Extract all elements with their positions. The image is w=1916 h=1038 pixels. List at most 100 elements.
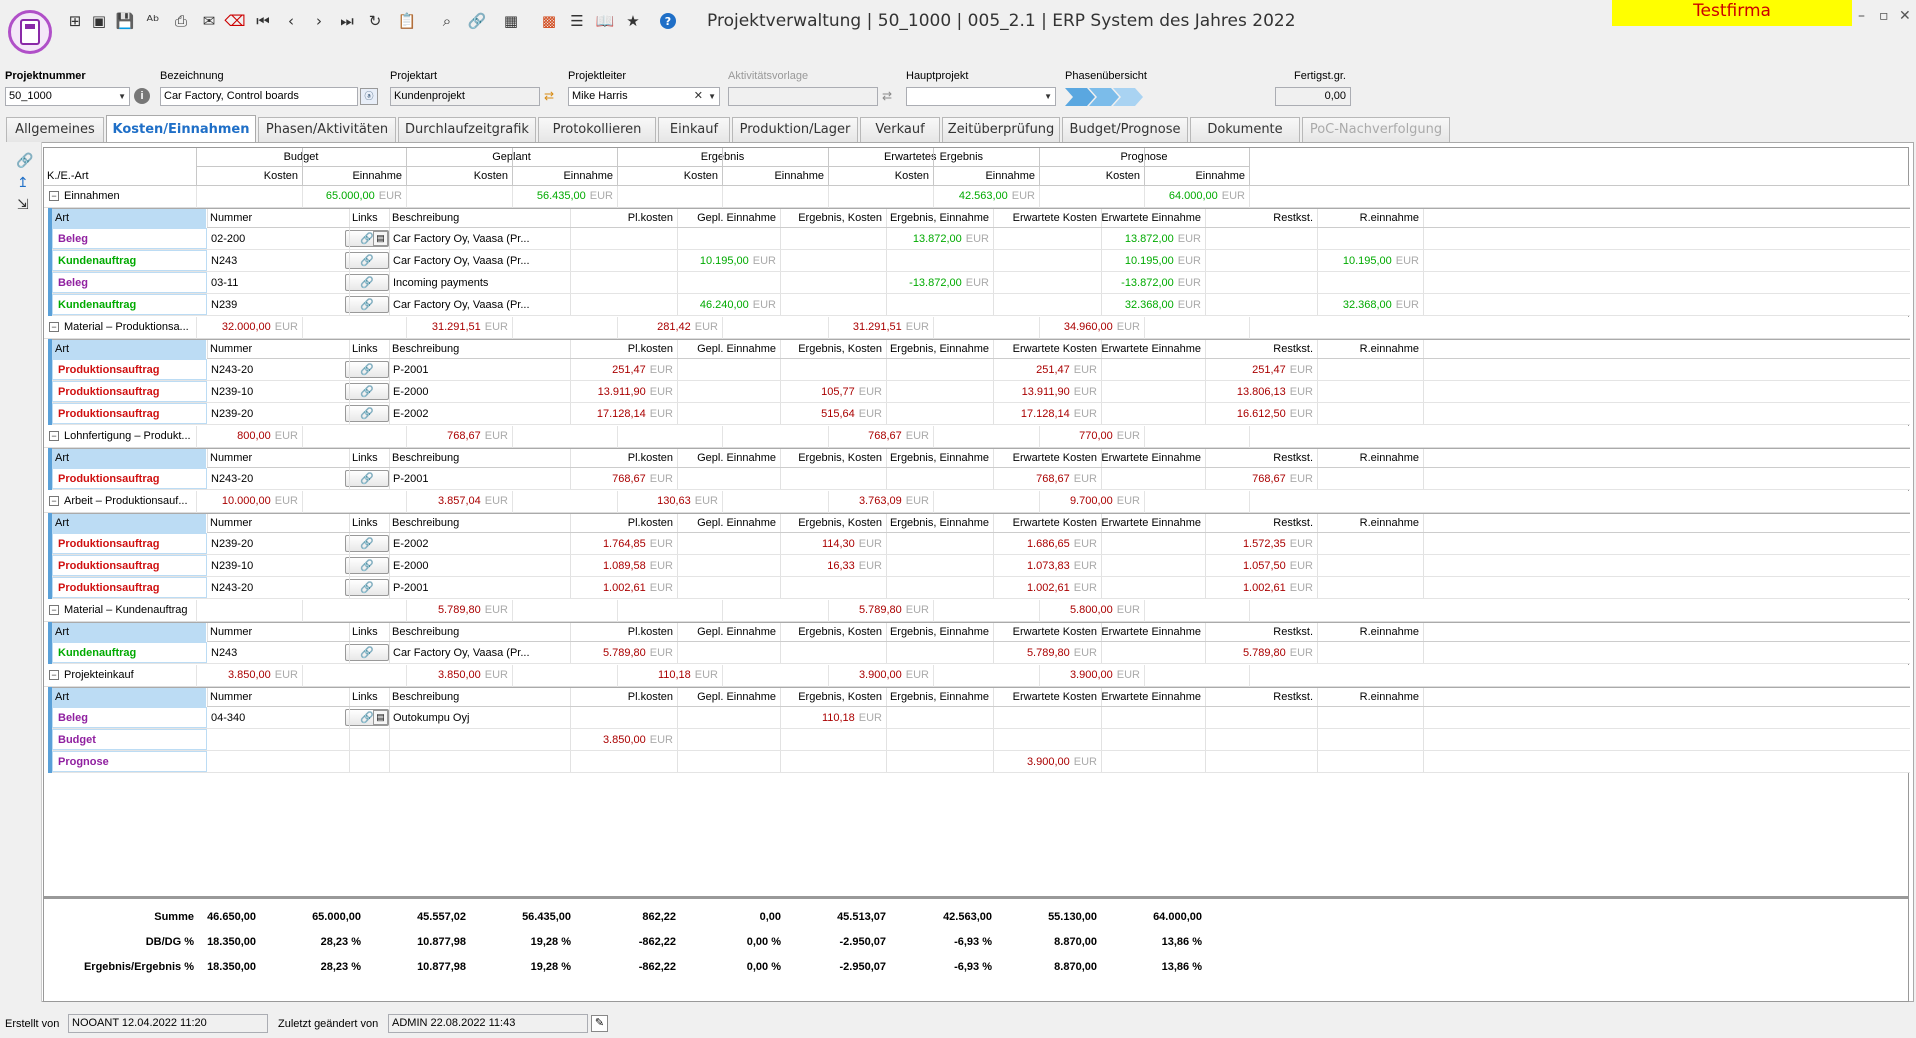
apps-icon[interactable]: ▩ [538, 10, 560, 32]
next-icon[interactable]: › [308, 10, 330, 32]
table-row[interactable]: Budget 3.850,00 EUR [52, 729, 1910, 751]
link-button-icon[interactable]: 🔗 [345, 405, 389, 422]
collapse-toggle-icon[interactable]: − [49, 191, 59, 201]
link-icon[interactable]: 🔗 [16, 152, 33, 169]
prev-icon[interactable]: ‹ [280, 10, 302, 32]
table-row[interactable]: Beleg 02-200 🔗 ▤ Car Factory Oy, Vaasa (Pr..… [52, 228, 1910, 250]
list-icon[interactable]: ☰ [566, 10, 588, 32]
search-icon[interactable]: ⌕ [436, 10, 458, 32]
document-icon[interactable]: ▤ [373, 710, 388, 725]
table-row[interactable]: Produktionsauftrag N239-20 🔗 E-2002 1.764,85… [52, 533, 1910, 555]
collapse-icon[interactable]: ↥ [17, 174, 29, 191]
collapse-toggle-icon[interactable]: − [49, 605, 59, 615]
tab-zeitüberprüfung[interactable]: Zeitüberprüfung [942, 117, 1060, 142]
star-icon[interactable]: ★ [622, 10, 644, 32]
tab-budget-prognose[interactable]: Budget/Prognose [1062, 117, 1188, 142]
tab-durchlaufzeitgrafik[interactable]: Durchlaufzeitgrafik [398, 117, 536, 142]
app-logo-icon[interactable] [8, 10, 52, 54]
document-icon[interactable]: ▤ [373, 231, 388, 246]
maximize-icon[interactable]: ▫ [1879, 8, 1889, 24]
link-button-icon[interactable]: 🔗 [345, 252, 389, 269]
mail-icon[interactable]: ✉ [198, 10, 220, 32]
table-row[interactable]: Kundenauftrag N239 🔗 Car Factory Oy, Vaasa … [52, 294, 1910, 316]
collapse-toggle-icon[interactable]: − [49, 670, 59, 680]
save-disabled-icon[interactable]: ▣ [88, 10, 110, 32]
swap-icon[interactable]: ⇄ [544, 89, 554, 103]
sub-header-9: Erwartete Einnahme [1101, 212, 1201, 224]
table-row[interactable]: Produktionsauftrag N243-20 🔗 P-2001 251,47 EU… [52, 359, 1910, 381]
cost-revenue-grid: BudgetGeplantErgebnisErwartetes Ergebnis… [43, 147, 1910, 897]
link-button-icon[interactable]: 🔗 [345, 557, 389, 574]
refresh-icon[interactable]: ↻ [364, 10, 386, 32]
last-icon[interactable]: ⏭ [336, 10, 358, 32]
table-row[interactable]: Produktionsauftrag N239-10 🔗 E-2000 1.089,58… [52, 555, 1910, 577]
save-icon[interactable]: 💾 [114, 10, 136, 32]
link-button-icon[interactable]: 🔗 [345, 361, 389, 378]
currency-label: EUR [649, 386, 673, 398]
link-button-icon[interactable]: 🔗 [345, 296, 389, 313]
collapse-toggle-icon[interactable]: − [49, 431, 59, 441]
edit-icon[interactable]: ✎ [591, 1015, 608, 1032]
translate-icon[interactable]: ⓐ [360, 88, 378, 105]
tab-produktion-lager[interactable]: Produktion/Lager [732, 117, 858, 142]
link-button-icon[interactable]: 🔗 [345, 644, 389, 661]
chevron-down-icon[interactable]: ▼ [708, 88, 716, 105]
link-button-icon[interactable]: 🔗 [345, 470, 389, 487]
table-row[interactable]: Kundenauftrag N243 🔗 Car Factory Oy, Vaasa … [52, 250, 1910, 272]
divider [677, 272, 678, 293]
swap-icon[interactable]: ⇄ [882, 89, 892, 103]
tab-allgemeines[interactable]: Allgemeines [6, 117, 104, 142]
tab-kosten-einnahmen[interactable]: Kosten/Einnahmen [106, 115, 256, 142]
table-row[interactable]: Beleg 03-11 🔗 Incoming payments -13.872,00 EU… [52, 272, 1910, 294]
close-icon[interactable]: ✕ [1899, 8, 1911, 24]
value-cell: 17.128,14 EUR [993, 408, 1097, 420]
collapse-toggle-icon[interactable]: − [49, 496, 59, 506]
projektnummer-field[interactable]: 50_1000 ▼ [5, 87, 130, 106]
delete-icon[interactable]: ⌫ [224, 10, 246, 32]
tab-phasen-aktivitäten[interactable]: Phasen/Aktivitäten [258, 117, 396, 142]
table-row[interactable]: Produktionsauftrag N243-20 🔗 P-2001 768,67 EU… [52, 468, 1910, 490]
group-row-0: − Einnahmen 65.000,00 EUR 56.435,00 EUR 42.563… [44, 186, 1910, 208]
first-icon[interactable]: ⏮ [252, 10, 274, 32]
chevron-down-icon[interactable]: ▼ [118, 88, 126, 105]
table-row[interactable]: Prognose 3.900,00 EUR [52, 751, 1910, 773]
link-button-icon[interactable]: 🔗 [345, 535, 389, 552]
minimize-icon[interactable]: – [1858, 8, 1865, 24]
nummer-cell: N243 [211, 647, 238, 659]
spellcheck-icon[interactable]: ᴬᵇ [142, 10, 164, 32]
collapse-toggle-icon[interactable]: − [49, 322, 59, 332]
einnahme-header: Einnahme [1195, 170, 1245, 182]
clear-icon[interactable]: ✕ [694, 88, 703, 105]
phase-chevrons[interactable] [1065, 88, 1147, 106]
link-button-icon[interactable]: 🔗 [345, 579, 389, 596]
bezeichnung-field[interactable]: Car Factory, Control boards [160, 87, 358, 106]
link-button-icon[interactable]: 🔗 [345, 274, 389, 291]
help-icon[interactable]: ? [660, 13, 676, 29]
link-icon[interactable]: 🔗 [466, 10, 488, 32]
tab-protokollieren[interactable]: Protokollieren [538, 117, 656, 142]
sum-value: 56.435,00 [522, 911, 571, 923]
hauptprojekt-field[interactable]: ▼ [906, 87, 1056, 106]
chevron-down-icon[interactable]: ▼ [1044, 88, 1052, 105]
projektleiter-field[interactable]: Mike Harris ✕ ▼ [568, 87, 720, 106]
divider [349, 272, 350, 293]
link-button-icon[interactable]: 🔗 [345, 383, 389, 400]
book-icon[interactable]: 📖 [594, 10, 616, 32]
print-icon[interactable]: ⎙ [170, 10, 192, 32]
expand-icon[interactable]: ⇲ [17, 196, 29, 213]
table-row[interactable]: Produktionsauftrag N239-10 🔗 E-2000 13.911,9… [52, 381, 1910, 403]
tab-poc-nachverfolgung[interactable]: PoC-Nachverfolgung [1302, 117, 1450, 142]
divider [617, 148, 618, 185]
tab-verkauf[interactable]: Verkauf [860, 117, 940, 142]
grid-icon[interactable]: ▦ [500, 10, 522, 32]
new-icon[interactable]: ⊞ [64, 10, 86, 32]
table-row[interactable]: Produktionsauftrag N243-20 🔗 P-2001 1.002,61… [52, 577, 1910, 599]
info-icon[interactable]: i [134, 88, 150, 104]
tab-dokumente[interactable]: Dokumente [1190, 117, 1300, 142]
tab-einkauf[interactable]: Einkauf [658, 117, 730, 142]
divider [722, 186, 723, 208]
table-row[interactable]: Produktionsauftrag N239-20 🔗 E-2002 17.128,1… [52, 403, 1910, 425]
table-row[interactable]: Beleg 04-340 🔗 ▤ Outokumpu Oyj 110,18 EUR [52, 707, 1910, 729]
clipboard-icon[interactable]: 📋 [396, 10, 418, 32]
table-row[interactable]: Kundenauftrag N243 🔗 Car Factory Oy, Vaasa … [52, 642, 1910, 664]
